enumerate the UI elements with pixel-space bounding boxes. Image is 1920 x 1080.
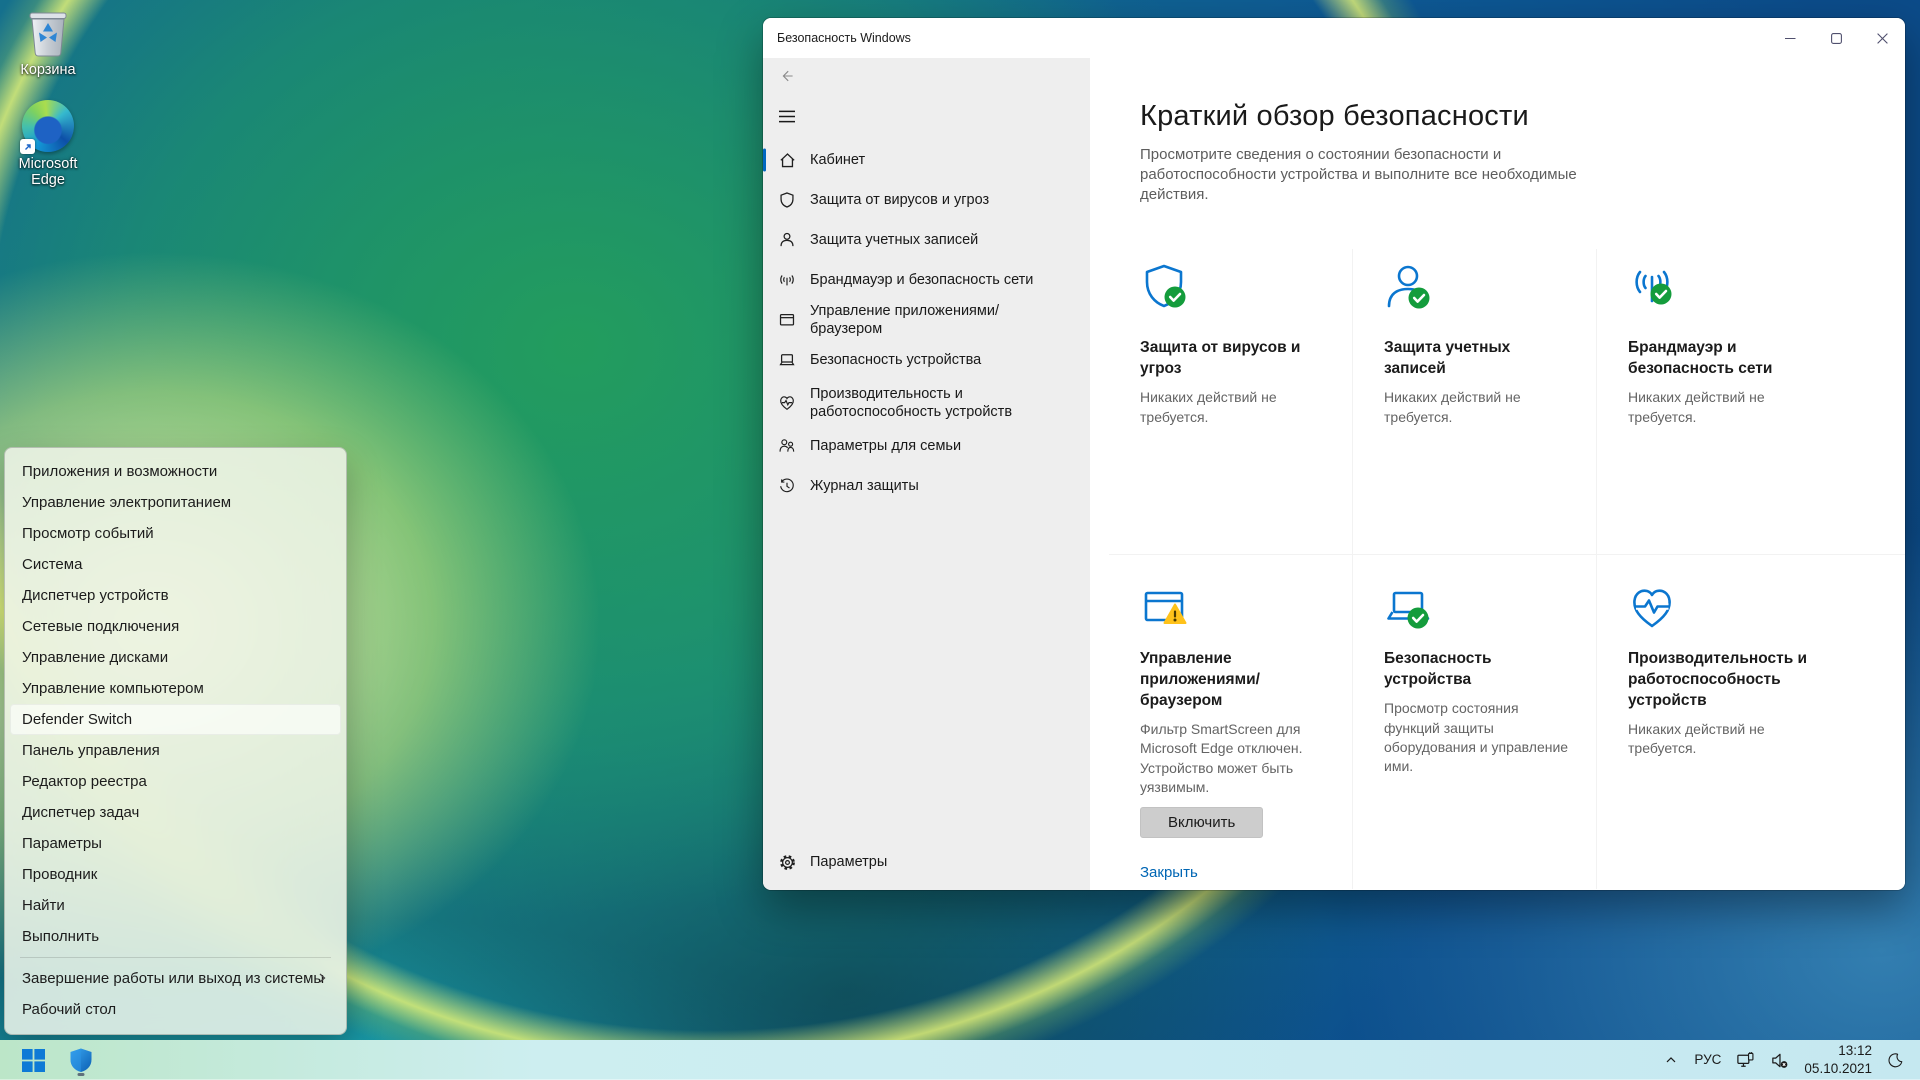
page-subtitle: Просмотрите сведения о состоянии безопас… [1140,145,1580,204]
desktop: Корзина Microsoft Edge Приложения и возм… [0,0,1920,1080]
system-tray: РУС 13:12 05.10.2021 [1663,1042,1920,1077]
home-icon [777,151,797,170]
check-badge-icon [1409,288,1430,309]
menu-item-system[interactable]: Система [10,549,341,580]
menu-item-control-panel[interactable]: Панель управления [10,735,341,766]
minimize-button[interactable] [1767,18,1813,58]
window-title: Безопасность Windows [763,31,1767,45]
taskbar-windows-defender[interactable] [62,1043,100,1077]
close-button[interactable] [1859,18,1905,58]
menu-item-task-manager[interactable]: Диспетчер задач [10,797,341,828]
menu-item-network-connections[interactable]: Сетевые подключения [10,611,341,642]
sidebar-item-firewall[interactable]: Брандмауэр и безопасность сети [763,260,1090,300]
tray-time: 13:12 [1804,1042,1872,1060]
card-virus-protection[interactable]: Защита от вирусов и угроз Никаких действ… [1109,249,1353,555]
menu-item-settings[interactable]: Параметры [10,828,341,859]
account-icon [1384,261,1434,311]
desktop-icon-recycle-bin[interactable]: Корзина [2,8,94,78]
desktop-icon-label: Microsoft Edge [19,156,78,188]
dismiss-link[interactable]: Закрыть [1140,864,1332,881]
gear-icon [777,853,797,872]
sidebar-item-family-options[interactable]: Параметры для семьи [763,426,1090,466]
windows-logo-icon [22,1049,45,1072]
check-badge-icon [1651,284,1672,305]
recycle-bin-icon [2,8,94,58]
menu-item-shutdown-signout[interactable]: Завершение работы или выход из системы [10,963,341,994]
tray-date: 05.10.2021 [1804,1060,1872,1078]
submenu-chevron-icon [315,971,329,985]
card-account-protection[interactable]: Защита учетных записей Никаких действий … [1353,249,1597,555]
menu-item-run[interactable]: Выполнить [10,921,341,952]
family-icon [777,437,797,455]
language-indicator[interactable]: РУС [1694,1053,1721,1067]
menu-item-computer-management[interactable]: Управление компьютером [10,673,341,704]
sidebar-item-protection-history[interactable]: Журнал защиты [763,466,1090,506]
security-cards-grid: Защита от вирусов и угроз Никаких действ… [1109,249,1905,889]
start-button[interactable] [14,1043,52,1077]
menu-item-event-viewer[interactable]: Просмотр событий [10,518,341,549]
account-icon [777,231,797,249]
menu-item-desktop[interactable]: Рабочий стол [10,994,341,1025]
sidebar-item-account-protection[interactable]: Защита учетных записей [763,220,1090,260]
menu-item-registry-editor[interactable]: Редактор реестра [10,766,341,797]
device-icon [1384,583,1434,633]
firewall-icon [777,271,797,289]
sidebar-item-home[interactable]: Кабинет [763,140,1090,180]
health-icon [777,394,797,412]
desktop-icon-label: Корзина [20,62,75,78]
sidebar: Кабинет Защита от вирусов и угроз Защита… [763,58,1090,890]
menu-item-defender-switch[interactable]: Defender Switch [10,704,341,735]
winx-context-menu: Приложения и возможности Управление элек… [4,447,347,1035]
network-tray-icon[interactable] [1736,1051,1755,1070]
volume-muted-icon[interactable] [1770,1051,1789,1070]
history-icon [777,477,797,495]
sidebar-item-device-security[interactable]: Безопасность устройства [763,340,1090,380]
check-badge-icon [1408,608,1429,629]
hamburger-icon[interactable] [773,103,801,129]
menu-item-search[interactable]: Найти [10,890,341,921]
check-badge-icon [1165,287,1186,308]
menu-item-file-explorer[interactable]: Проводник [10,859,341,890]
taskbar: РУС 13:12 05.10.2021 [0,1040,1920,1080]
maximize-button[interactable] [1813,18,1859,58]
enable-button[interactable]: Включить [1140,807,1263,838]
card-firewall[interactable]: Брандмауэр и безопасность сети Никаких д… [1597,249,1905,555]
sidebar-item-settings[interactable]: Параметры [763,842,1090,882]
menu-item-device-manager[interactable]: Диспетчер устройств [10,580,341,611]
main-content: Краткий обзор безопасности Просмотрите с… [1090,58,1905,890]
edge-icon [22,100,74,152]
app-browser-icon [777,311,797,329]
menu-item-power-options[interactable]: Управление электропитанием [10,487,341,518]
clock[interactable]: 13:12 05.10.2021 [1804,1042,1872,1077]
back-arrow-icon[interactable] [773,63,801,89]
sidebar-item-virus-protection[interactable]: Защита от вирусов и угроз [763,180,1090,220]
device-icon [777,351,797,369]
firewall-icon [1628,261,1678,311]
shortcut-arrow-icon [20,139,35,154]
card-app-browser-control[interactable]: Управление приложениями/браузером Фильтр… [1109,555,1353,889]
card-device-health[interactable]: Производительность и работоспособность у… [1597,555,1905,889]
desktop-icon-edge[interactable]: Microsoft Edge [2,100,94,188]
menu-item-disk-management[interactable]: Управление дисками [10,642,341,673]
page-title: Краткий обзор безопасности [1140,100,1905,133]
chevron-up-icon[interactable] [1663,1052,1679,1068]
windows-security-window: Безопасность Windows [763,18,1905,890]
sidebar-nav: Кабинет Защита от вирусов и угроз Защита… [763,140,1090,506]
menu-item-apps-features[interactable]: Приложения и возможности [10,456,341,487]
titlebar[interactable]: Безопасность Windows [763,18,1905,58]
sidebar-item-device-health[interactable]: Производительность и работоспособность у… [763,380,1090,426]
moon-icon[interactable] [1887,1052,1904,1069]
app-browser-icon [1140,583,1190,633]
health-icon [1628,583,1678,633]
menu-separator [20,957,331,958]
sidebar-item-app-browser[interactable]: Управление приложениями/браузером [763,300,1090,340]
card-device-security[interactable]: Безопасность устройства Просмотр состоян… [1353,555,1597,889]
virus-shield-icon [1140,261,1190,311]
shield-icon [777,191,797,209]
defender-shield-icon [69,1047,93,1073]
